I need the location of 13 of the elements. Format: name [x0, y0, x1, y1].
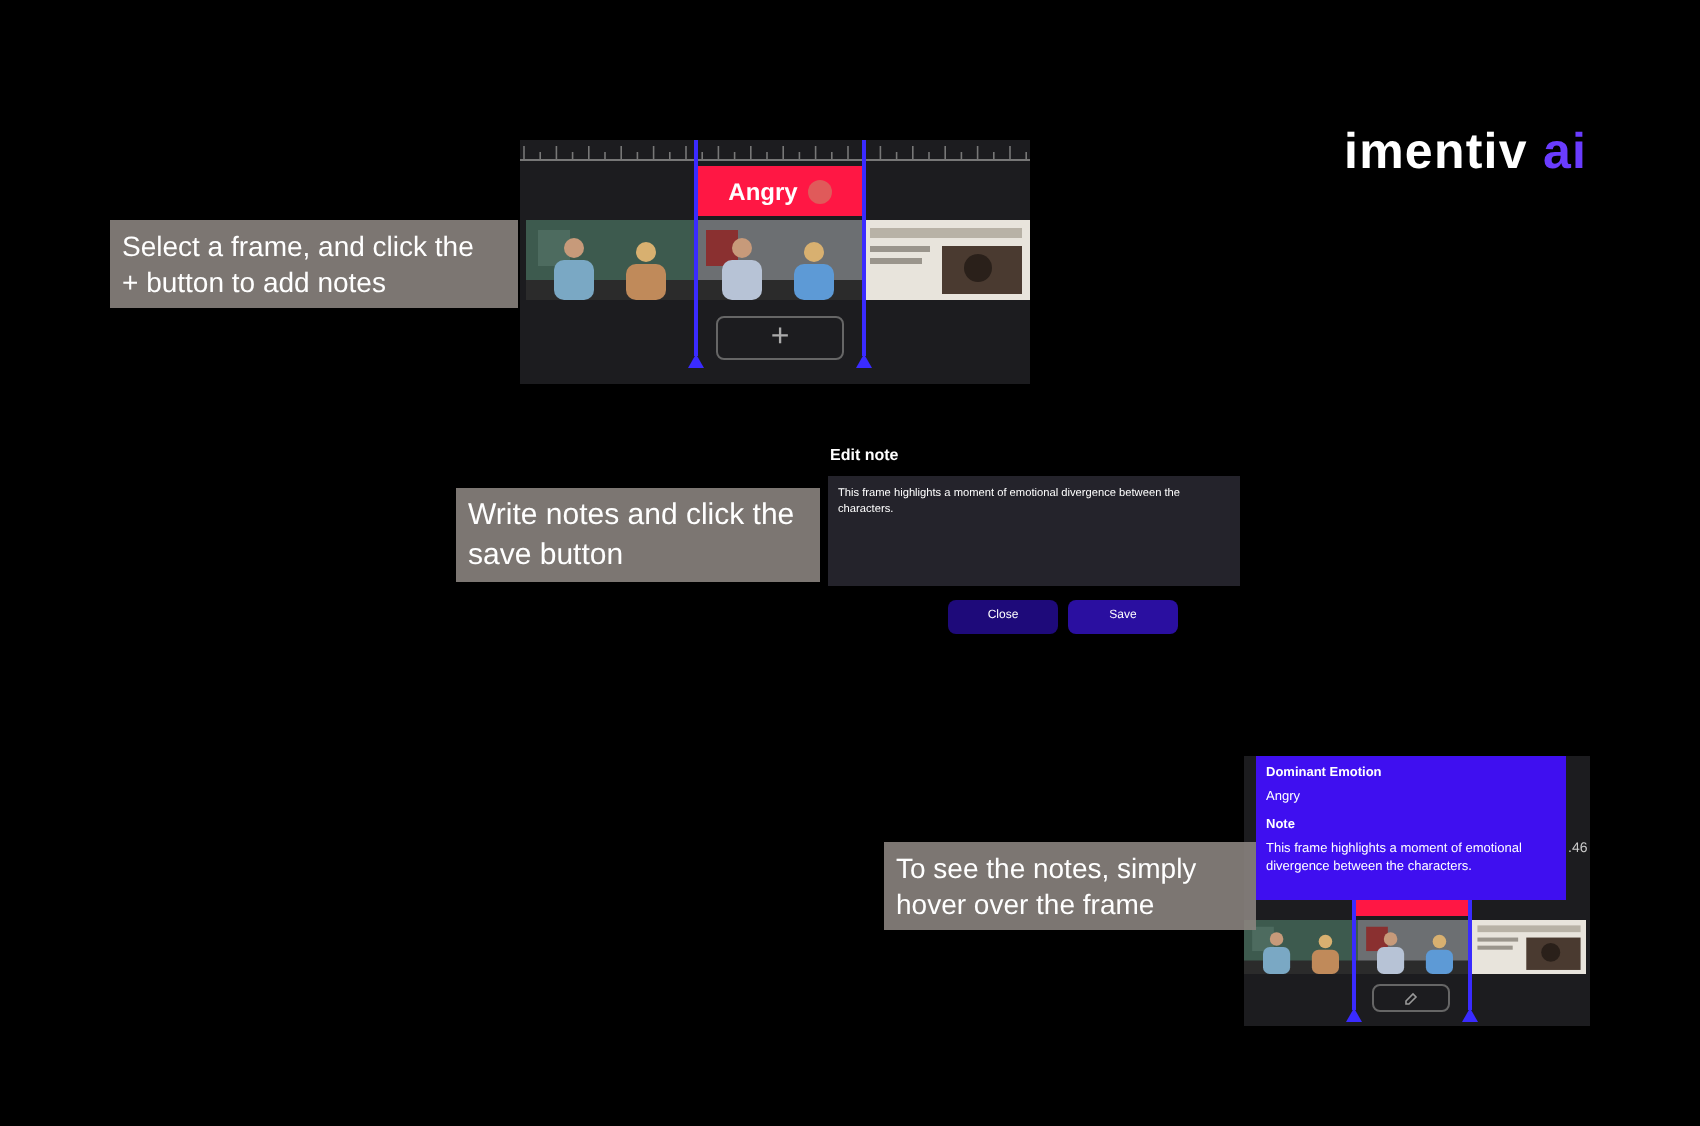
- emoji-icon: [807, 179, 832, 203]
- callout-label: To see the notes, simply hover over the frame: [884, 842, 1256, 931]
- pencil-icon: [1404, 991, 1418, 1005]
- logo: imentiv ai: [1344, 122, 1588, 184]
- add-note-button[interactable]: +: [716, 316, 844, 360]
- emotion-text: Angry: [728, 175, 798, 209]
- frame-marker[interactable]: [856, 140, 872, 368]
- dialog-title: Edit note: [830, 444, 899, 468]
- callout-label: Write notes and click the save button: [456, 488, 820, 582]
- edit-note-button[interactable]: [1372, 984, 1450, 1012]
- frame-marker[interactable]: [688, 140, 704, 368]
- callout-label: Select a frame, and click the + button to add notes: [110, 220, 518, 309]
- emotion-label: [1354, 900, 1470, 916]
